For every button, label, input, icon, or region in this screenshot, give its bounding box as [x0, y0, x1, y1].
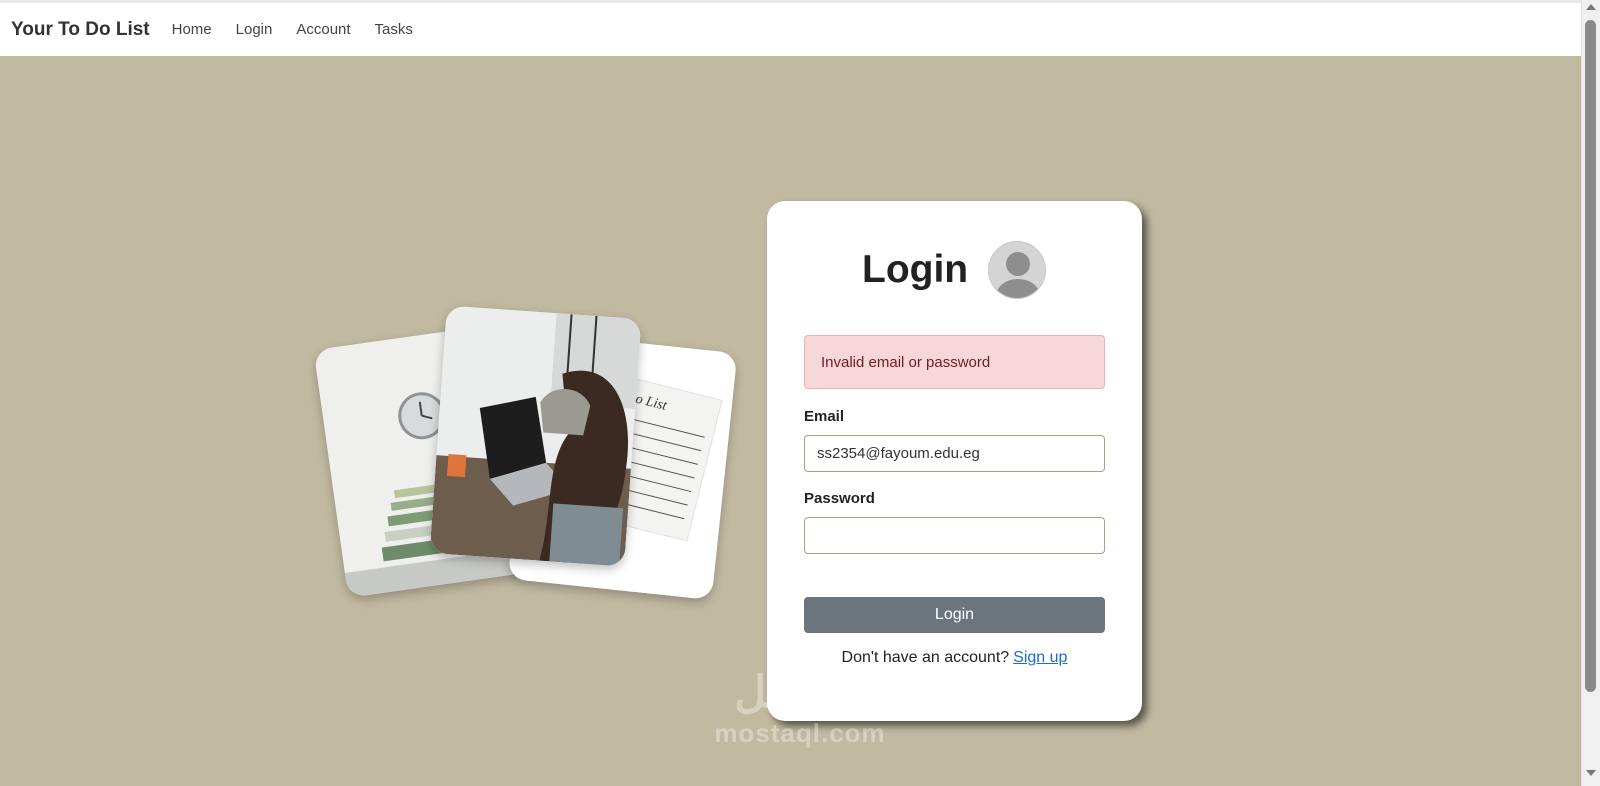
avatar-icon [988, 241, 1047, 299]
nav-link-login[interactable]: Login [236, 21, 273, 38]
login-header: Login [862, 241, 1047, 299]
email-label: Email [804, 408, 845, 425]
watermark-domain: mostaql.com [714, 718, 886, 748]
nav-link-home[interactable]: Home [172, 21, 212, 38]
navbar: Your To Do List Home Login Account Tasks [0, 0, 1581, 56]
scroll-thumb[interactable] [1585, 20, 1596, 692]
password-label: Password [804, 490, 875, 507]
watermark: مستقل mostaql.com [700, 668, 900, 749]
email-input[interactable] [804, 435, 1105, 472]
scroll-up-arrow-icon[interactable] [1586, 4, 1596, 10]
error-alert: Invalid email or password [804, 335, 1105, 389]
scroll-down-arrow-icon[interactable] [1586, 770, 1596, 776]
login-title: Login [862, 248, 969, 291]
nav-link-tasks[interactable]: Tasks [375, 21, 413, 38]
login-card: Login Invalid email or password Email Pa… [767, 201, 1142, 721]
signup-link[interactable]: Sign up [1013, 649, 1067, 666]
password-input[interactable] [804, 517, 1105, 554]
nav-link-account[interactable]: Account [296, 21, 350, 38]
vertical-scrollbar[interactable] [1581, 0, 1600, 786]
watermark-script: مستقل [734, 668, 866, 717]
signup-prompt: Don't have an account? [841, 649, 1010, 666]
browser-window: Your To Do List Home Login Account Tasks [0, 0, 1600, 786]
signup-line: Don't have an account? Sign up [767, 649, 1142, 667]
photo-card-laptop-woman [429, 305, 642, 567]
login-button[interactable]: Login [804, 597, 1105, 633]
brand-title[interactable]: Your To Do List [11, 19, 150, 41]
